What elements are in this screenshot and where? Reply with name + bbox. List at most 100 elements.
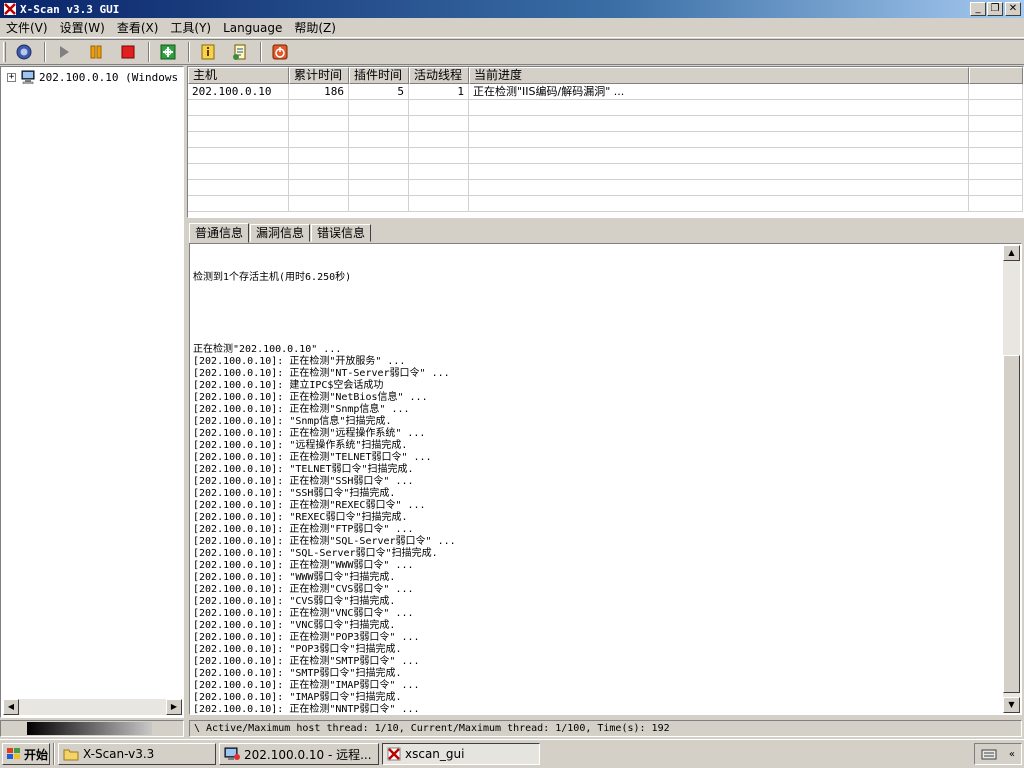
menu-language[interactable]: Language <box>217 18 288 38</box>
info-button[interactable] <box>196 41 220 63</box>
report-button[interactable] <box>228 41 252 63</box>
log-line: [202.100.0.10]: "SMTP弱口令"扫描完成. <box>193 668 402 679</box>
tray-expand-icon[interactable]: « <box>1009 749 1015 760</box>
empty-row <box>188 148 1023 164</box>
report-icon <box>233 44 246 60</box>
cell-empty <box>969 84 1023 99</box>
taskbar-item-folder[interactable]: X-Scan-v3.3 <box>58 743 216 765</box>
scroll-right-icon[interactable]: ▶ <box>166 699 182 715</box>
host-tree[interactable]: + 202.100.0.10 (Windows 20 ◀ ▶ <box>0 66 184 718</box>
log-line: [202.100.0.10]: "REXEC弱口令"扫描完成. <box>193 512 408 523</box>
menu-tools[interactable]: 工具(Y) <box>164 18 217 38</box>
log-text: 检测到1个存活主机(用时6.250秒) 正在检测"202.100.0.10" .… <box>193 248 1001 714</box>
start-button[interactable]: 开始 <box>2 743 50 765</box>
log-line: [202.100.0.10]: "Snmp信息"扫描完成. <box>193 416 392 427</box>
log-line: [202.100.0.10]: "IMAP弱口令"扫描完成. <box>193 692 402 703</box>
empty-row <box>188 116 1023 132</box>
log-vertical-scrollbar[interactable]: ▲ ▼ <box>1003 245 1020 713</box>
column-header-progress[interactable]: 当前进度 <box>469 67 969 84</box>
toolbar-grip[interactable] <box>3 42 6 62</box>
host-table: 主机 累计时间 插件时间 活动线程 当前进度 202.100.0.10 186 … <box>187 66 1024 218</box>
log-line: [202.100.0.10]: 正在检测"IMAP弱口令" ... <box>193 680 420 691</box>
log-line: [202.100.0.10]: 正在检测"Snmp信息" ... <box>193 404 410 415</box>
log-line: [202.100.0.10]: 正在检测"FTP弱口令" ... <box>193 524 414 535</box>
exit-button[interactable] <box>268 41 292 63</box>
taskbar-item-xscan[interactable]: xscan_gui <box>382 743 540 765</box>
pause-scan-button[interactable] <box>84 41 108 63</box>
log-line: [202.100.0.10]: "远程操作系统"扫描完成. <box>193 440 408 451</box>
menu-file[interactable]: 文件(V) <box>0 18 54 38</box>
toolbar-separator <box>260 42 262 62</box>
log-line: [202.100.0.10]: 正在检测"TELNET弱口令" ... <box>193 452 432 463</box>
log-line: [202.100.0.10]: "POP3弱口令"扫描完成. <box>193 644 402 655</box>
stop-scan-button[interactable] <box>116 41 140 63</box>
taskbar-divider <box>53 743 55 765</box>
tab-error-info[interactable]: 错误信息 <box>311 224 372 242</box>
log-line: [202.100.0.10]: "WWW弱口令"扫描完成. <box>193 572 396 583</box>
cell-progress: 正在检测"IIS编码/解码漏洞" ... <box>469 84 969 99</box>
maximize-button[interactable]: ❐ <box>987 2 1003 16</box>
keyboard-icon[interactable] <box>981 748 997 760</box>
folder-icon <box>63 749 79 761</box>
log-line: [202.100.0.10]: 正在检测"WWW弱口令" ... <box>193 560 414 571</box>
scan-progress-bar <box>0 720 184 737</box>
tab-general-info[interactable]: 普通信息 <box>189 223 250 243</box>
menu-help[interactable]: 帮助(Z) <box>288 18 342 38</box>
log-line: [202.100.0.10]: 正在检测"VNC弱口令" ... <box>193 608 414 619</box>
title-bar[interactable]: X-Scan v3.3 GUI _ ❐ ✕ <box>0 0 1024 18</box>
cell-active-threads: 1 <box>409 84 469 99</box>
menu-view[interactable]: 查看(X) <box>111 18 165 38</box>
computer-icon <box>21 70 35 84</box>
stop-icon <box>121 45 135 59</box>
window-title: X-Scan v3.3 GUI <box>20 2 120 16</box>
column-header-total-time[interactable]: 累计时间 <box>289 67 349 84</box>
log-line: [202.100.0.10]: 正在检测"SMTP弱口令" ... <box>193 656 420 667</box>
column-header-plugin-time[interactable]: 插件时间 <box>349 67 409 84</box>
pause-icon <box>90 45 102 59</box>
xscan-app-icon[interactable] <box>3 2 17 16</box>
system-tray: « <box>974 743 1022 765</box>
power-icon <box>272 44 288 60</box>
log-line: [202.100.0.10]: "SSH弱口令"扫描完成. <box>193 488 396 499</box>
tree-horizontal-scrollbar[interactable]: ◀ ▶ <box>3 699 182 715</box>
minimize-button[interactable]: _ <box>970 2 986 16</box>
task-label: 202.100.0.10 - 远程... <box>244 747 372 762</box>
tab-vulnerability-info[interactable]: 漏洞信息 <box>250 224 311 242</box>
status-text: \ Active/Maximum host thread: 1/10, Curr… <box>189 720 1022 737</box>
log-line: [202.100.0.10]: "CVS弱口令"扫描完成. <box>193 596 396 607</box>
log-line: [202.100.0.10]: 正在检测"POP3弱口令" ... <box>193 632 420 643</box>
log-line: [202.100.0.10]: 正在检测"NT-Server弱口令" ... <box>193 368 450 379</box>
tree-expander[interactable]: + <box>7 72 16 82</box>
info-tabs: 普通信息 漏洞信息 错误信息 <box>189 222 372 243</box>
log-panel[interactable]: 检测到1个存活主机(用时6.250秒) 正在检测"202.100.0.10" .… <box>189 243 1022 715</box>
empty-row <box>188 196 1023 212</box>
plugin-button[interactable] <box>156 41 180 63</box>
empty-row <box>188 164 1023 180</box>
taskbar: 开始 X-Scan-v3.3 202.100.0.10 - 远程... xsca… <box>0 739 1024 768</box>
progress-fill <box>27 722 152 735</box>
close-button[interactable]: ✕ <box>1005 2 1021 16</box>
log-line: [202.100.0.10]: 正在检测"NetBios信息" ... <box>193 392 428 403</box>
connect-button[interactable] <box>12 41 36 63</box>
table-row[interactable]: 202.100.0.10 186 5 1 正在检测"IIS编码/解码漏洞" ..… <box>188 84 1023 100</box>
taskbar-item-remote-desktop[interactable]: 202.100.0.10 - 远程... <box>219 743 379 765</box>
column-header-host[interactable]: 主机 <box>188 67 289 84</box>
scroll-up-icon[interactable]: ▲ <box>1003 245 1020 261</box>
column-header-active-threads[interactable]: 活动线程 <box>409 67 469 84</box>
column-header-empty[interactable] <box>969 67 1023 84</box>
scrollbar-thumb[interactable] <box>1003 355 1020 693</box>
menu-bar: 文件(V) 设置(W) 查看(X) 工具(Y) Language 帮助(Z) <box>0 18 1024 38</box>
start-scan-button[interactable] <box>52 41 76 63</box>
tree-node-host[interactable]: + 202.100.0.10 (Windows 20 <box>7 70 183 84</box>
scroll-left-icon[interactable]: ◀ <box>3 699 19 715</box>
toolbar <box>0 39 1024 65</box>
scroll-down-icon[interactable]: ▼ <box>1003 697 1020 713</box>
log-line: [202.100.0.10]: 建立IPC$空会话成功 <box>193 380 384 391</box>
toolbar-separator <box>44 42 46 62</box>
menu-settings[interactable]: 设置(W) <box>54 18 111 38</box>
info-icon <box>201 44 215 60</box>
log-line: [202.100.0.10]: 正在检测"REXEC弱口令" ... <box>193 500 426 511</box>
log-summary: 检测到1个存活主机(用时6.250秒) <box>193 272 352 283</box>
empty-row <box>188 180 1023 196</box>
cell-plugin-time: 5 <box>349 84 409 99</box>
